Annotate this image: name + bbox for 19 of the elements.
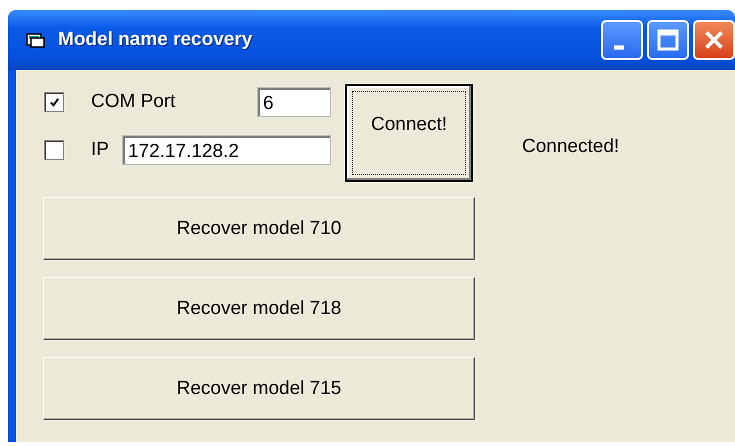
port-field[interactable]: 6 <box>257 87 331 117</box>
checkbox[interactable] <box>44 140 64 160</box>
maximize-icon <box>656 28 680 52</box>
ip-field[interactable]: 172.17.128.2 <box>122 135 331 165</box>
window-title: Model name recovery <box>58 29 252 51</box>
close-button[interactable] <box>693 20 735 60</box>
status-text: Connected! <box>522 136 620 158</box>
minimize-button[interactable] <box>601 20 643 60</box>
checkbox[interactable] <box>44 92 64 112</box>
app-icon <box>26 32 46 48</box>
recover-button[interactable]: Recover model 718 <box>43 277 475 340</box>
recover-button[interactable]: Recover model 715 <box>43 357 475 420</box>
maximize-button[interactable] <box>647 20 689 60</box>
checkbox-label: IP <box>91 139 109 161</box>
check-icon <box>48 96 60 108</box>
connect-button[interactable]: Connect! <box>345 84 473 182</box>
minimize-icon <box>614 44 624 50</box>
checkbox-label: COM Port <box>91 91 176 113</box>
recover-button[interactable]: Recover model 710 <box>43 197 475 260</box>
